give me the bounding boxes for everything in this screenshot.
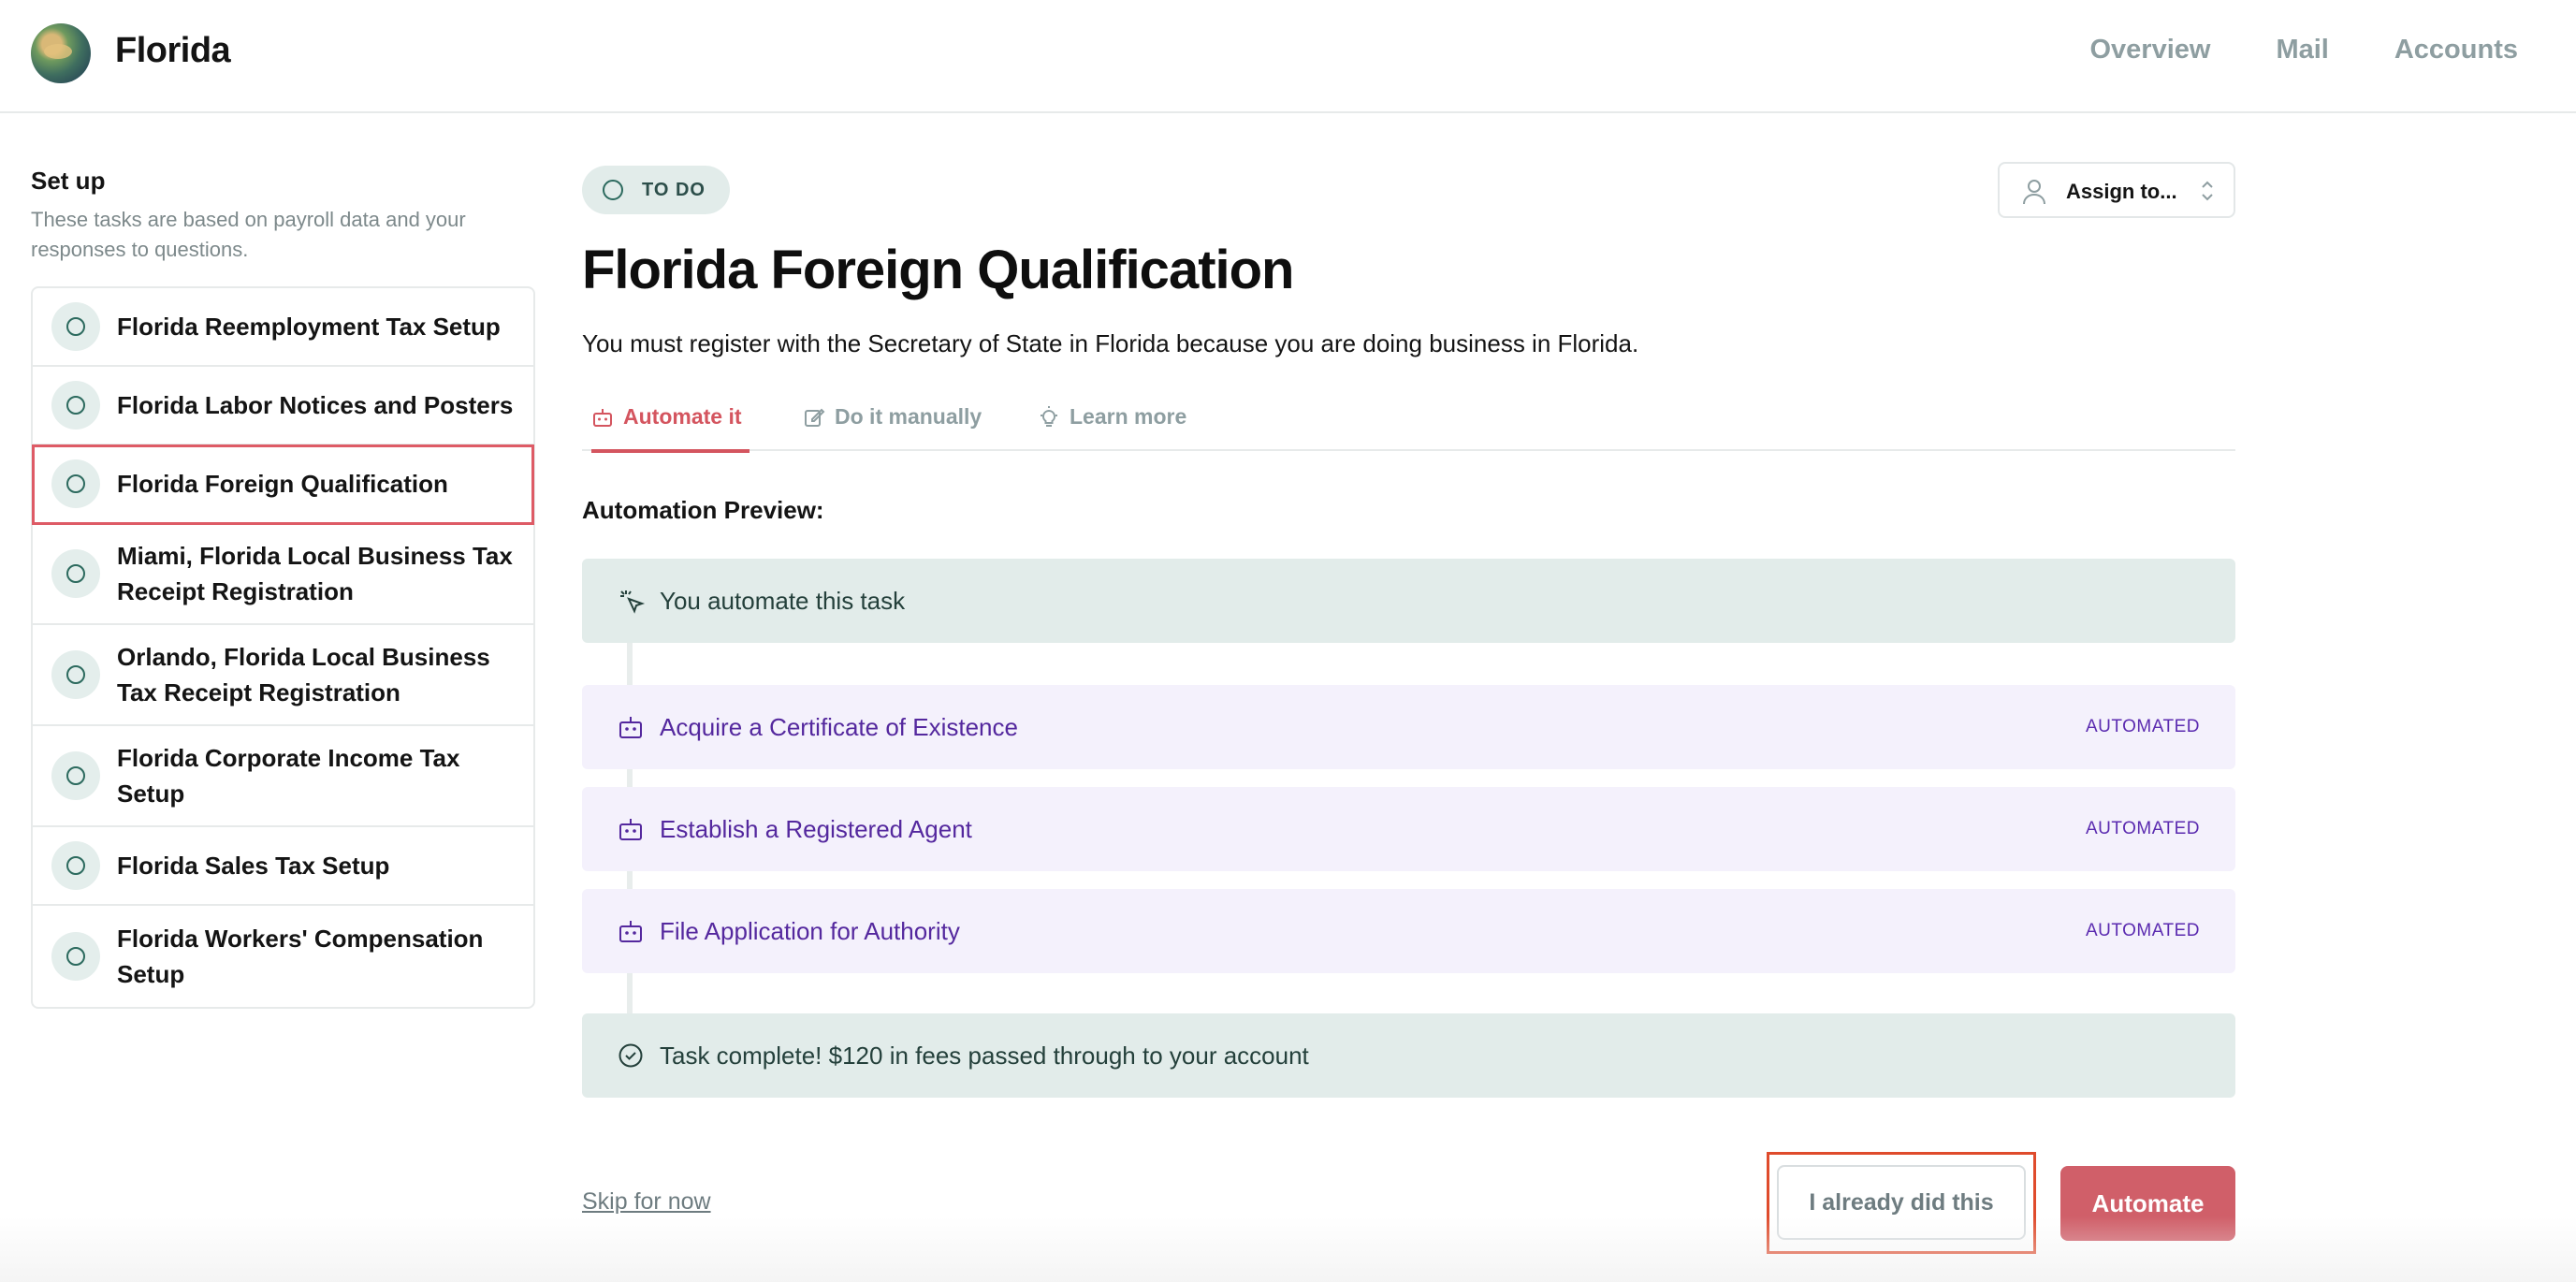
- task-item-label: Florida Reemployment Tax Setup: [117, 313, 501, 341]
- automated-tag: AUTOMATED: [2085, 921, 2200, 940]
- assign-label: Assign to...: [2066, 180, 2177, 203]
- task-item-label: Orlando, Florida Local Business Tax Rece…: [117, 643, 490, 707]
- step-text: Task complete! $120 in fees passed throu…: [660, 1042, 1309, 1070]
- task-item-orlando-business-tax[interactable]: Orlando, Florida Local Business Tax Rece…: [33, 625, 533, 726]
- automation-preview-label: Automation Preview:: [582, 496, 824, 524]
- task-item-corporate-income-tax[interactable]: Florida Corporate Income Tax Setup: [33, 726, 533, 827]
- task-list: Florida Reemployment Tax Setup Florida L…: [31, 286, 535, 1009]
- lightbulb-icon: [1038, 404, 1060, 434]
- edit-icon: [803, 404, 825, 434]
- robot-icon: [618, 714, 644, 745]
- page-title: Florida Foreign Qualification: [582, 240, 1294, 300]
- status-circle-icon: [51, 549, 100, 598]
- step-you-automate: You automate this task: [582, 559, 2235, 643]
- step-registered-agent: Establish a Registered Agent AUTOMATED: [582, 787, 2235, 871]
- automate-button[interactable]: Automate: [2060, 1166, 2235, 1241]
- top-nav: Overview Mail Accounts: [2089, 35, 2518, 66]
- status-badge: TO DO: [582, 166, 730, 214]
- task-item-miami-business-tax[interactable]: Miami, Florida Local Business Tax Receip…: [33, 524, 533, 625]
- already-did-this-button[interactable]: I already did this: [1777, 1165, 2026, 1240]
- chevron-up-down-icon: [2200, 179, 2215, 208]
- task-item-label: Florida Sales Tax Setup: [117, 852, 390, 880]
- state-logo: [31, 23, 91, 83]
- step-text: Acquire a Certificate of Existence: [660, 713, 1018, 741]
- skip-for-now-link[interactable]: Skip for now: [582, 1188, 711, 1216]
- status-circle-icon: [51, 381, 100, 430]
- status-circle-icon: [603, 180, 623, 200]
- step-text: File Application for Authority: [660, 917, 960, 945]
- status-circle-icon: [51, 650, 100, 699]
- task-item-label: Florida Foreign Qualification: [117, 470, 448, 498]
- task-item-label: Florida Workers' Compensation Setup: [117, 925, 484, 988]
- tab-label: Do it manually: [835, 404, 982, 429]
- page-subtitle: You must register with the Secretary of …: [582, 329, 1639, 357]
- tab-label: Learn more: [1070, 404, 1187, 429]
- cursor-click-icon: [618, 588, 646, 620]
- task-item-foreign-qualification[interactable]: Florida Foreign Qualification: [32, 444, 534, 525]
- robot-icon: [591, 404, 614, 434]
- task-item-label: Florida Labor Notices and Posters: [117, 391, 514, 419]
- top-header: Florida Overview Mail Accounts: [0, 0, 2576, 113]
- brand-title: Florida: [115, 31, 231, 70]
- status-circle-icon: [51, 932, 100, 981]
- automated-tag: AUTOMATED: [2085, 819, 2200, 838]
- step-task-complete: Task complete! $120 in fees passed throu…: [582, 1013, 2235, 1098]
- user-icon: [2022, 179, 2046, 210]
- task-item-label: Florida Corporate Income Tax Setup: [117, 744, 460, 808]
- tab-automate-it[interactable]: Automate it: [591, 404, 750, 453]
- robot-icon: [618, 918, 644, 949]
- status-badge-label: TO DO: [642, 179, 706, 200]
- tab-bar: Automate it Do it manually Learn more: [582, 393, 2235, 453]
- tab-label: Automate it: [623, 404, 742, 429]
- status-circle-icon: [51, 459, 100, 508]
- status-circle-icon: [51, 302, 100, 351]
- nav-mail[interactable]: Mail: [2276, 35, 2328, 66]
- sidebar-title: Set up: [31, 167, 106, 195]
- automated-tag: AUTOMATED: [2085, 717, 2200, 736]
- status-circle-icon: [51, 751, 100, 800]
- sidebar-description: These tasks are based on payroll data an…: [31, 208, 466, 261]
- nav-overview[interactable]: Overview: [2089, 35, 2210, 66]
- step-text: You automate this task: [660, 587, 906, 615]
- task-item-reemployment-tax[interactable]: Florida Reemployment Tax Setup: [33, 288, 533, 367]
- task-item-labor-notices[interactable]: Florida Labor Notices and Posters: [33, 367, 533, 445]
- assign-select[interactable]: Assign to...: [1998, 162, 2235, 218]
- robot-icon: [618, 816, 644, 847]
- step-application-for-authority: File Application for Authority AUTOMATED: [582, 889, 2235, 973]
- nav-accounts[interactable]: Accounts: [2394, 35, 2518, 66]
- tab-learn-more[interactable]: Learn more: [1038, 404, 1186, 451]
- task-item-sales-tax[interactable]: Florida Sales Tax Setup: [33, 827, 533, 906]
- tab-do-it-manually[interactable]: Do it manually: [803, 404, 982, 451]
- status-circle-icon: [51, 841, 100, 890]
- step-text: Establish a Registered Agent: [660, 815, 972, 843]
- task-item-workers-compensation[interactable]: Florida Workers' Compensation Setup: [33, 906, 533, 1007]
- task-item-label: Miami, Florida Local Business Tax Receip…: [117, 542, 513, 605]
- step-certificate-of-existence: Acquire a Certificate of Existence AUTOM…: [582, 685, 2235, 769]
- check-circle-icon: [618, 1042, 644, 1073]
